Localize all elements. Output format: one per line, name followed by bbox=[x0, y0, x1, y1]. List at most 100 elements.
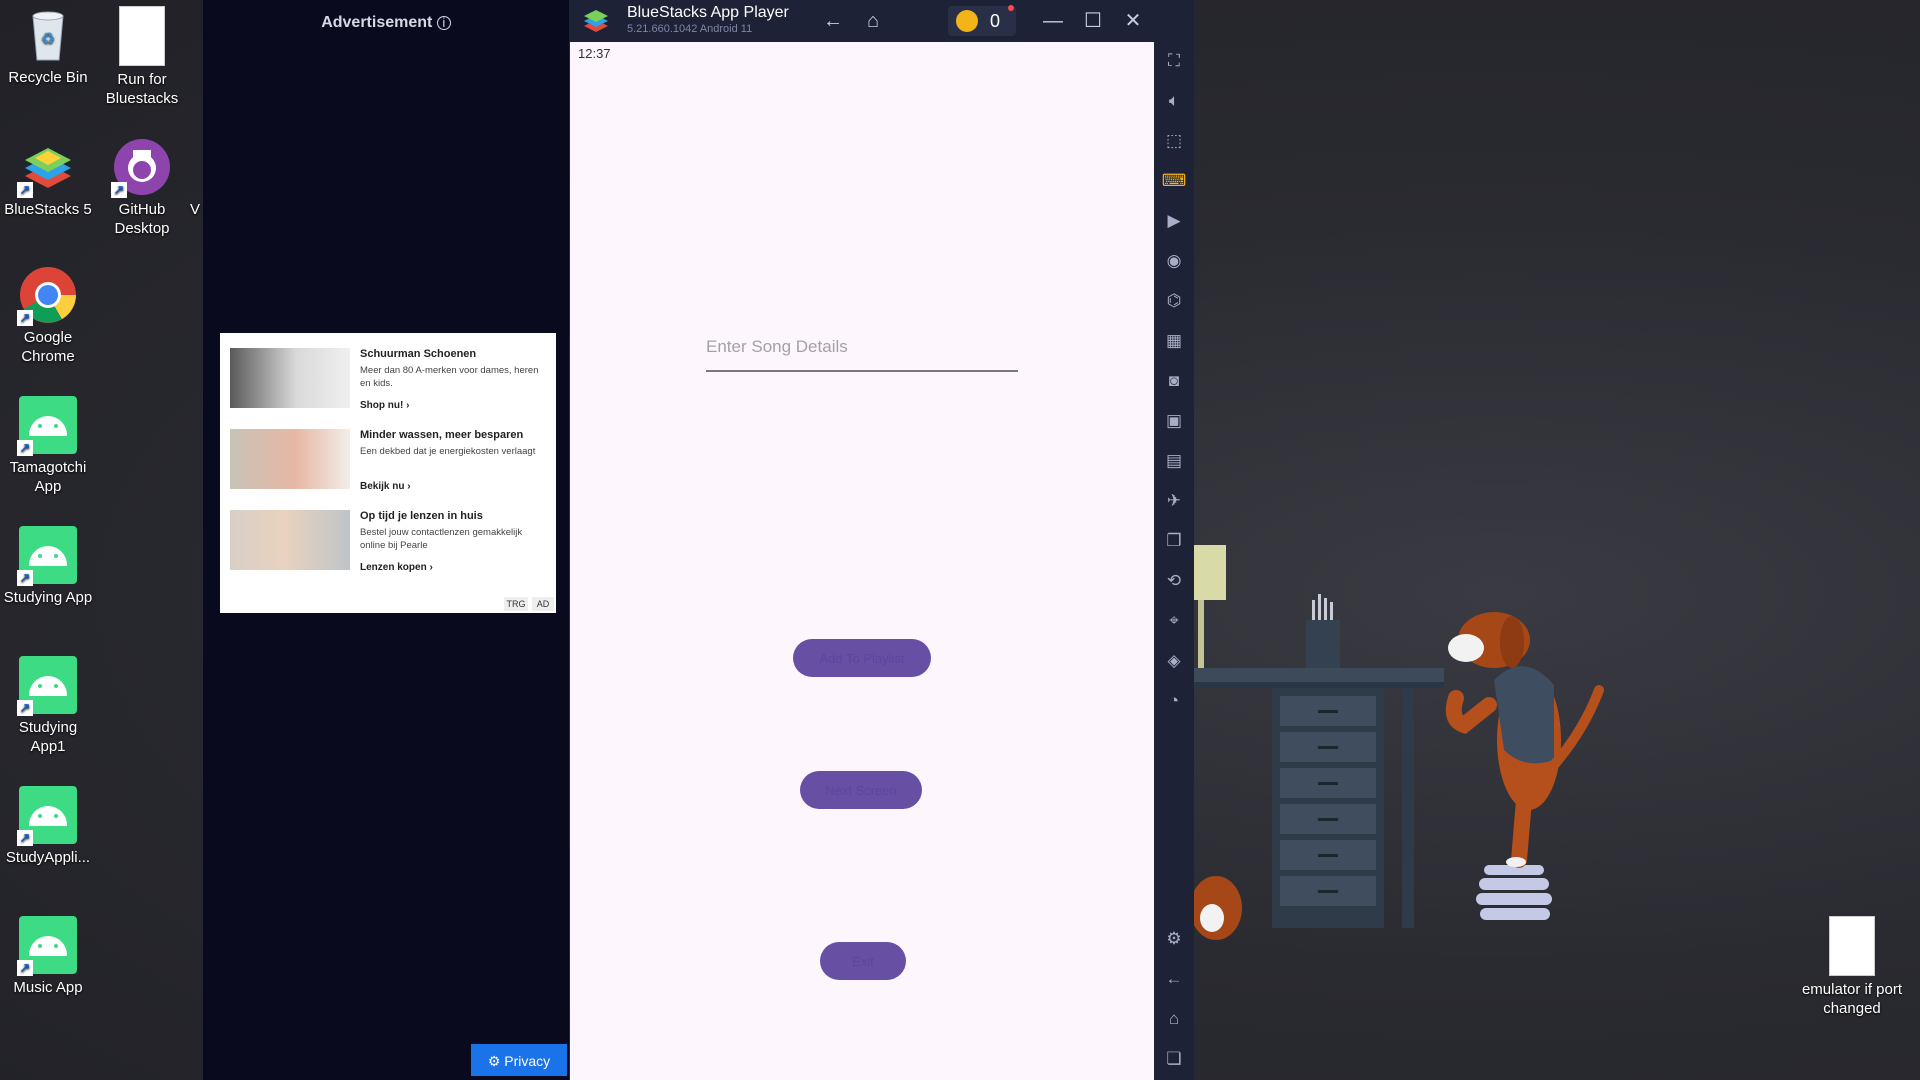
keyboard-icon[interactable]: ⌨ bbox=[1161, 168, 1187, 194]
shortcut-arrow-icon: ↗ bbox=[17, 570, 33, 586]
ad-item[interactable]: Minder wassen, meer besparen Een dekbed … bbox=[230, 429, 550, 504]
desktop-icon-label: Studying App1 bbox=[18, 719, 78, 755]
privacy-button[interactable]: ⚙ Privacy bbox=[471, 1044, 567, 1076]
desktop-icon-tamagotchi-app[interactable]: ↗ Tamagotchi App bbox=[0, 396, 96, 496]
ad-link[interactable]: Lenzen kopen › bbox=[360, 562, 433, 573]
back-icon[interactable]: ← bbox=[1161, 966, 1187, 992]
desktop-icon-label: V bbox=[189, 201, 200, 218]
shortcut-arrow-icon: ↗ bbox=[17, 960, 33, 976]
desktop-icon-label: Run for Bluestacks bbox=[105, 71, 179, 107]
shortcut-arrow-icon: ↗ bbox=[111, 182, 127, 198]
bluestacks-titlebar: BlueStacks App Player 5.21.660.1042 Andr… bbox=[570, 0, 1194, 42]
window-version: 5.21.660.1042 Android 11 bbox=[627, 23, 753, 35]
multi-instance-icon[interactable]: ❐ bbox=[1161, 528, 1187, 554]
ad-image bbox=[230, 429, 350, 489]
screenshot-icon[interactable]: ◙ bbox=[1161, 368, 1187, 394]
desktop-icon-label: Studying App bbox=[3, 589, 93, 606]
ad-headline: Schuurman Schoenen bbox=[360, 348, 477, 360]
file-icon bbox=[1829, 916, 1875, 976]
gear-icon: ⚙ bbox=[487, 1053, 501, 1069]
android-icon: ↗ bbox=[17, 396, 77, 456]
desktop-icon-label: Music App bbox=[13, 979, 83, 996]
exit-button[interactable]: Exit bbox=[820, 942, 906, 980]
maximize-icon[interactable]: ☐ bbox=[1080, 8, 1106, 34]
desktop-icon-studying-app[interactable]: ↗ Studying App bbox=[0, 526, 96, 607]
airplane-icon[interactable]: ✈ bbox=[1161, 488, 1187, 514]
ad-badge-trg[interactable]: TRG bbox=[504, 597, 528, 611]
location-icon[interactable]: ⌖ bbox=[1161, 608, 1187, 634]
gamepad-icon[interactable]: ⌬ bbox=[1161, 288, 1187, 314]
next-screen-button[interactable]: Next Screen bbox=[800, 771, 922, 809]
apk-icon[interactable]: ▦ bbox=[1161, 328, 1187, 354]
ad-card[interactable]: Schuurman Schoenen Meer dan 80 A-merken … bbox=[220, 333, 556, 613]
desktop-icon-label: Google Chrome bbox=[21, 329, 75, 365]
desktop-icon-label: emulator if port changed bbox=[1801, 981, 1903, 1017]
android-icon: ↗ bbox=[17, 786, 77, 846]
desktop-icon-label: Recycle Bin bbox=[8, 69, 88, 86]
shortcut-arrow-icon: ↗ bbox=[17, 182, 33, 198]
coin-counter[interactable]: 0 bbox=[948, 5, 1016, 36]
github-icon: ↗ bbox=[111, 138, 171, 198]
pointer-icon[interactable]: ⬚ bbox=[1161, 128, 1187, 154]
rotate-icon[interactable]: ⟲ bbox=[1161, 568, 1187, 594]
bluestacks-icon: ↗ bbox=[17, 138, 77, 198]
notification-dot-icon bbox=[1008, 5, 1014, 11]
volume-icon[interactable]: 🔈︎ bbox=[1161, 88, 1187, 114]
ad-text: Bestel jouw contactlenzen gemakkelijk on… bbox=[360, 527, 523, 551]
performance-icon[interactable]: ◔ bbox=[1161, 688, 1187, 714]
ad-headline: Op tijd je lenzen in huis bbox=[360, 510, 483, 522]
android-screen: 12:37 Add To Playlist Next Screen Exit bbox=[570, 42, 1154, 1080]
desktop-icon-studyappli[interactable]: ↗ StudyAppli... bbox=[0, 786, 96, 867]
close-icon[interactable]: ✕ bbox=[1120, 8, 1146, 34]
desktop-icon-music-app[interactable]: ↗ Music App bbox=[0, 916, 96, 997]
shortcut-arrow-icon: ↗ bbox=[17, 830, 33, 846]
minimize-icon[interactable]: — bbox=[1040, 8, 1066, 34]
ad-link[interactable]: Bekijk nu › bbox=[360, 481, 411, 492]
add-to-playlist-button[interactable]: Add To Playlist bbox=[793, 639, 931, 677]
desktop-icon-emulator-if-port-changed[interactable]: emulator if port changed bbox=[1800, 916, 1904, 1018]
home-icon[interactable]: ⌂ bbox=[1161, 1006, 1187, 1032]
desktop-icon-github-desktop[interactable]: ↗ GitHub Desktop bbox=[94, 138, 190, 238]
fullscreen-icon[interactable]: ⛶ bbox=[1161, 48, 1187, 74]
ad-title: Advertisement i bbox=[203, 14, 569, 32]
status-bar-clock: 12:37 bbox=[578, 46, 611, 61]
ad-item[interactable]: Op tijd je lenzen in huis Bestel jouw co… bbox=[230, 510, 550, 585]
desktop-icon-label: BlueStacks 5 bbox=[4, 201, 92, 218]
bluestacks-sidebar: ⛶ 🔈︎ ⬚ ⌨ ▶ ◉ ⌬ ▦ ◙ ▣ ▤ ✈ ❐ ⟲ ⌖ ◈ ◔ ⚙ ← ⌂… bbox=[1154, 0, 1194, 1080]
ad-text: Meer dan 80 A-merken voor dames, heren e… bbox=[360, 365, 539, 389]
desktop-icon-partial[interactable]: V bbox=[188, 138, 202, 219]
coin-count: 0 bbox=[990, 11, 1001, 31]
home-icon[interactable]: ⌂ bbox=[860, 8, 886, 34]
ad-link[interactable]: Shop nu! › bbox=[360, 400, 409, 411]
shortcut-arrow-icon: ↗ bbox=[17, 310, 33, 326]
back-arrow-icon[interactable]: ← bbox=[820, 8, 846, 34]
recycle-bin-icon: ♻ bbox=[19, 6, 77, 64]
song-details-input[interactable] bbox=[706, 324, 1018, 372]
recents-icon[interactable]: ❏ bbox=[1161, 1046, 1187, 1072]
layers-icon[interactable]: ◈ bbox=[1161, 648, 1187, 674]
settings-icon[interactable]: ⚙ bbox=[1161, 926, 1187, 952]
desktop-icon-bluestacks[interactable]: ↗ BlueStacks 5 bbox=[0, 138, 96, 219]
ad-image bbox=[230, 510, 350, 570]
desktop-icon-google-chrome[interactable]: ↗ Google Chrome bbox=[0, 266, 96, 366]
ad-image bbox=[230, 348, 350, 408]
ad-badge-ad[interactable]: AD bbox=[532, 597, 554, 611]
shortcut-arrow-icon: ↗ bbox=[17, 700, 33, 716]
desktop-icon-label: StudyAppli... bbox=[5, 849, 91, 866]
ad-text: Een dekbed dat je energiekosten verlaagt bbox=[360, 446, 536, 457]
window-title: BlueStacks App Player bbox=[627, 4, 789, 21]
sync-icon[interactable]: ◉ bbox=[1161, 248, 1187, 274]
bluestacks-logo-icon bbox=[582, 8, 610, 34]
advertisement-panel: Advertisement i Schuurman Schoenen Meer … bbox=[203, 0, 569, 1080]
desktop-icon-label: GitHub Desktop bbox=[114, 201, 170, 237]
desktop-icon-run-for-bluestacks[interactable]: Run for Bluestacks bbox=[94, 6, 190, 108]
desktop-icon-studying-app1[interactable]: ↗ Studying App1 bbox=[0, 656, 96, 756]
info-icon[interactable]: i bbox=[436, 16, 451, 30]
record-icon[interactable]: ▣ bbox=[1161, 408, 1187, 434]
ad-item[interactable]: Schuurman Schoenen Meer dan 80 A-merken … bbox=[230, 348, 550, 423]
media-icon[interactable]: ▤ bbox=[1161, 448, 1187, 474]
desktop-icon-recycle-bin[interactable]: ♻ Recycle Bin bbox=[0, 6, 96, 87]
macro-icon[interactable]: ▶ bbox=[1161, 208, 1187, 234]
shortcut-arrow-icon: ↗ bbox=[17, 440, 33, 456]
wallpaper-illustration bbox=[1194, 545, 1604, 940]
